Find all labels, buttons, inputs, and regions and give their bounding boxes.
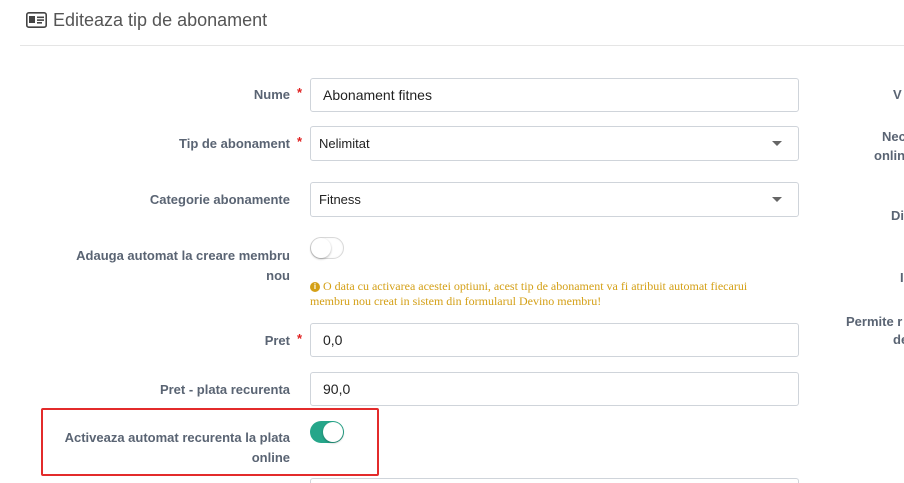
nume-required-mark: *: [297, 85, 303, 100]
categorie-label: Categorie abonamente: [149, 192, 290, 207]
adauga-automat-label-line2: nou: [266, 268, 290, 283]
pret-recurent-label: Pret - plata recurenta: [159, 382, 290, 397]
adauga-automat-toggle[interactable]: [310, 237, 344, 259]
right-label-2b: onlin: [874, 148, 904, 163]
id-card-icon: [26, 12, 47, 28]
tip-abonament-label: Tip de abonament: [179, 136, 290, 151]
nume-label: Nume: [253, 87, 290, 102]
chevron-down-icon: [772, 141, 782, 146]
pret-required-mark: *: [297, 331, 303, 346]
tip-abonament-select[interactable]: Nelimitat: [310, 126, 799, 161]
page-title: Editeaza tip de abonament: [53, 10, 268, 30]
page-header: Editeaza tip de abonament: [0, 0, 904, 46]
tip-abonament-required-mark: *: [297, 134, 303, 149]
tip-abonament-value: Nelimitat: [319, 136, 370, 151]
categorie-select[interactable]: Fitness: [310, 182, 799, 217]
right-label-5a: Permite r: [846, 314, 903, 329]
nume-input[interactable]: Abonament fitnes: [310, 78, 799, 112]
right-label-2a: Nec: [882, 129, 904, 144]
pret-label: Pret: [264, 333, 290, 348]
next-field-input[interactable]: [310, 478, 799, 483]
right-label-5b: de: [893, 332, 904, 347]
pret-input[interactable]: 0,0: [310, 323, 799, 357]
info-icon: i: [310, 282, 320, 292]
right-label-3: Di: [891, 208, 904, 223]
highlight-box: [41, 408, 379, 476]
hint-text: O data cu activarea acestei optiuni, ace…: [310, 279, 748, 308]
adauga-automat-label: Adauga automat la creare membru nou: [76, 246, 290, 286]
adauga-automat-label-line1: Adauga automat la creare membru: [76, 248, 290, 263]
categorie-value: Fitness: [319, 192, 361, 207]
right-label-4: I: [900, 270, 904, 285]
adauga-automat-hint: iO data cu activarea acestei optiuni, ac…: [310, 279, 790, 309]
right-label-1: V: [893, 87, 902, 102]
pret-recurent-input[interactable]: 90,0: [310, 372, 799, 406]
header-divider: [20, 45, 904, 46]
toggle-knob: [311, 238, 331, 258]
chevron-down-icon: [772, 197, 782, 202]
